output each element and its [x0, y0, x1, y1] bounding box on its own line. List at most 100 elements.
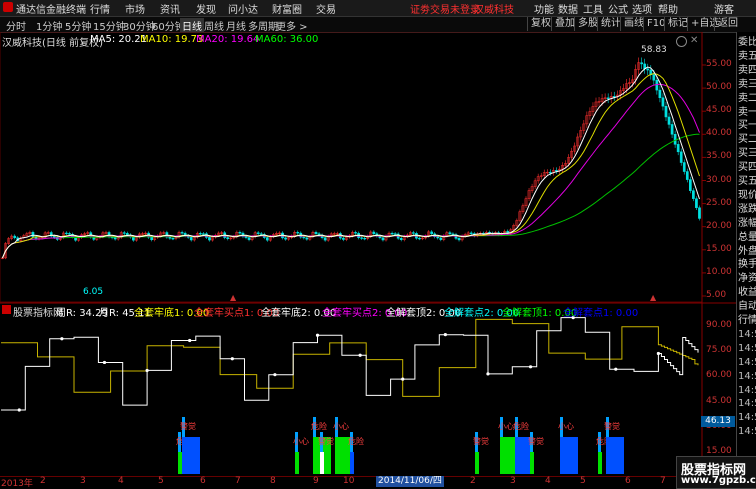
signal-bar [295, 452, 299, 474]
candle-body [679, 151, 683, 163]
menu-xuanxiang[interactable]: 选项 [632, 1, 652, 16]
signal-text: 小心 [558, 422, 574, 431]
price-axis-label: 20.00 [706, 220, 732, 231]
btn-fanhui[interactable]: 返回 [714, 17, 741, 31]
candle-body [68, 233, 71, 235]
sidebar-item: 卖四 [738, 64, 756, 76]
sidebar-item: 收益 [738, 287, 756, 299]
candle-body [667, 116, 671, 125]
sub-indicator-label: 全解套点1: 0.00 [563, 308, 639, 319]
date-axis-label: 2 [470, 476, 476, 486]
user-guest[interactable]: 游客 [714, 1, 734, 16]
candle-body [171, 238, 175, 240]
candle-body [381, 237, 385, 241]
period-5min[interactable]: 5分钟 [65, 18, 91, 33]
sidebar-item: 现价 [738, 189, 756, 201]
menu-caifuquan[interactable]: 财富圈 [272, 1, 302, 16]
candle-body [202, 233, 205, 235]
cursor-date-label: 2014/11/06/四 [376, 476, 444, 487]
menu-gongneng[interactable]: 功能 [534, 1, 554, 16]
period-weekly[interactable]: 周线 [204, 18, 224, 33]
menu-zixun[interactable]: 资讯 [160, 1, 180, 16]
sub-axis-label: 60.00 [706, 370, 732, 381]
candle-body [244, 236, 248, 238]
period-fenshi[interactable]: 分时 [6, 18, 26, 33]
signal-bar [182, 437, 200, 474]
price-axis-label: 45.00 [706, 105, 732, 116]
sidebar-item: 总量 [738, 231, 756, 243]
date-axis-label: 9 [313, 476, 319, 486]
date-axis-label: 6 [625, 476, 631, 486]
date-axis-label: 6 [200, 476, 206, 486]
signal-bar [606, 437, 624, 474]
period-1min[interactable]: 1分钟 [36, 18, 62, 33]
sidebar-item: 外盘 [738, 245, 756, 257]
date-axis-label: 5 [580, 476, 586, 486]
signal-bar [560, 437, 578, 474]
menu-bangzhu[interactable]: 帮助 [658, 1, 678, 16]
login-notice[interactable]: 证劵交易未登录 [410, 1, 480, 16]
watermark-url: www.7gpzb.com [681, 475, 756, 486]
candle-body [226, 237, 230, 240]
sidebar-item: 卖三 [738, 78, 756, 90]
candle-body [658, 89, 662, 99]
period-monthly[interactable]: 月线 [226, 18, 246, 33]
indicator-menu-icon[interactable] [2, 305, 11, 314]
candle-body [412, 232, 415, 234]
menu-hangqing[interactable]: 行情 [90, 1, 110, 16]
price-axis-label: 15.00 [706, 243, 732, 254]
candle-body [372, 231, 376, 235]
candle-body [125, 233, 129, 236]
date-axis-label: 2 [40, 476, 46, 486]
candle-body [695, 198, 698, 208]
signal-bar [320, 452, 324, 474]
sidebar-item: 14:50 [738, 412, 756, 424]
signal-text: 警觉 [528, 436, 544, 446]
menu-gongshi[interactable]: 公式 [608, 1, 628, 16]
sidebar-item: 涨跌 [738, 203, 756, 215]
candle-body [168, 236, 172, 239]
week-r-point [401, 377, 405, 381]
high-price-label: 58.83 [641, 45, 667, 55]
date-axis-label: 8 [270, 476, 276, 486]
period-multi[interactable]: 多周期 [248, 18, 278, 33]
period-daily[interactable]: 日线 [180, 18, 204, 33]
menu-wenxiaoda[interactable]: 问小达 [228, 1, 258, 16]
candle-body [208, 237, 211, 241]
candle-body [342, 237, 345, 240]
candle-body [457, 238, 461, 241]
week-r-point [145, 368, 149, 373]
app-name: 通达信金融终端 [16, 5, 86, 16]
candle-body [284, 237, 287, 240]
btn-fuquan[interactable]: 复权 [527, 17, 554, 31]
sidebar-item: 卖五 [738, 50, 756, 62]
menu-faxian[interactable]: 发现 [196, 1, 216, 16]
sidebar-item: 买三 [738, 148, 756, 160]
period-15min[interactable]: 15分钟 [93, 18, 126, 33]
menu-shuju[interactable]: 数据 [558, 1, 578, 16]
sub-axis-label: 90.00 [706, 320, 732, 330]
period-more[interactable]: 更多 > [276, 18, 308, 33]
signal-bar [475, 452, 479, 474]
candle-body [676, 144, 680, 153]
sidebar-item: 14:50 [738, 370, 756, 382]
date-axis-label: 2013年 [1, 479, 33, 489]
period-30min[interactable]: 30分钟 [123, 18, 156, 33]
menu-shichang[interactable]: 市场 [125, 1, 145, 16]
menu-jiaoyi[interactable]: 交易 [316, 1, 336, 16]
candle-body [132, 236, 135, 241]
price-axis-label: 5.00 [706, 290, 727, 300]
candle-body [180, 232, 184, 234]
signal-text: 小心 [293, 437, 309, 446]
candle-body [439, 237, 443, 240]
signal-bar [598, 452, 602, 474]
week-r-point [656, 351, 660, 356]
quote-sidebar: 委比 卖五 卖四 卖三 卖二 卖一 买一 买二 买三 买四 买五 现价 涨跌 涨幅 总量 外盘 换手 净资 收益 自动… [736, 32, 756, 476]
week-r-point [273, 373, 277, 377]
candle-body [673, 134, 677, 145]
signal-bar [178, 452, 182, 474]
candle-body [305, 237, 309, 240]
sidebar-item: 14:50 [738, 342, 756, 354]
month-r-line [1, 318, 699, 397]
menu-gongju[interactable]: 工具 [583, 1, 603, 16]
